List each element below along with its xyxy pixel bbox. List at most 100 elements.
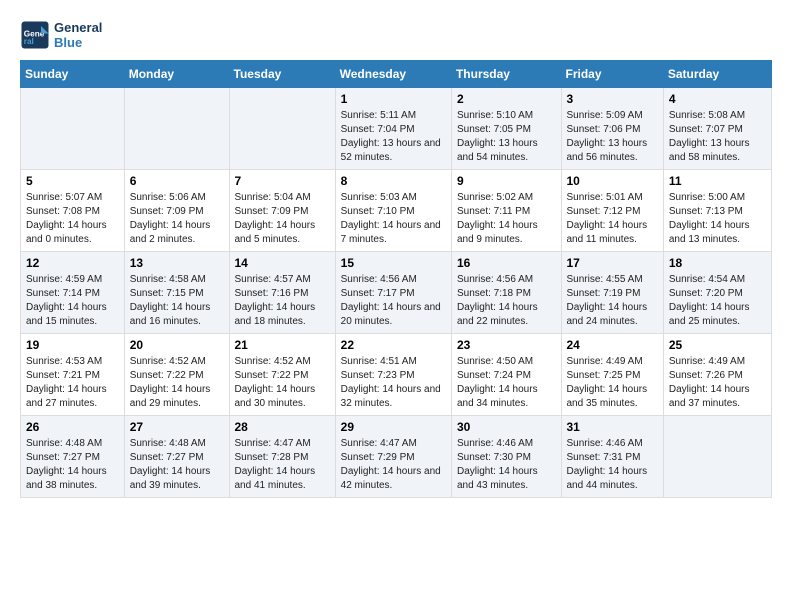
cell-content: Sunrise: 5:08 AM Sunset: 7:07 PM Dayligh…: [669, 109, 766, 165]
calendar-cell: 30Sunrise: 4:46 AM Sunset: 7:30 PM Dayli…: [451, 416, 561, 498]
calendar-cell: 10 Sunrise: 5:01 AM Sunset: 7:12 PM Dayli…: [561, 170, 663, 252]
page-header: Gene ral General Blue: [20, 20, 772, 50]
calendar-cell: 5Sunrise: 5:07 AM Sunset: 7:08 PM Daylig…: [21, 170, 125, 252]
calendar-table: SundayMondayTuesdayWednesdayThursdayFrid…: [20, 60, 772, 498]
week-row-4: 26 Sunrise: 4:48 AM Sunset: 7:27 PM Dayli…: [21, 416, 772, 498]
cell-content: Sunrise: 4:58 AM Sunset: 7:15 PM Dayligh…: [130, 273, 224, 329]
day-number: 6: [130, 174, 224, 188]
cell-content: Sunrise: 4:59 AM Sunset: 7:14 PM Dayligh…: [26, 273, 119, 329]
header-thursday: Thursday: [451, 61, 561, 88]
cell-content: Sunrise: 4:55 AM Sunset: 7:19 PM Dayligh…: [567, 273, 658, 329]
header-tuesday: Tuesday: [229, 61, 335, 88]
calendar-cell: 19 Sunrise: 4:53 AM Sunset: 7:21 PM Dayli…: [21, 334, 125, 416]
calendar-cell: 31 Sunrise: 4:46 AM Sunset: 7:31 PM Dayli…: [561, 416, 663, 498]
cell-content: Sunrise: 5:01 AM Sunset: 7:12 PM Dayligh…: [567, 191, 658, 247]
days-header-row: SundayMondayTuesdayWednesdayThursdayFrid…: [21, 61, 772, 88]
day-number: 1: [341, 92, 446, 106]
calendar-cell: 18 Sunrise: 4:54 AM Sunset: 7:20 PM Dayli…: [663, 252, 771, 334]
day-number: 14: [235, 256, 330, 270]
week-row-1: 5Sunrise: 5:07 AM Sunset: 7:08 PM Daylig…: [21, 170, 772, 252]
logo: Gene ral General Blue: [20, 20, 102, 50]
cell-content: Sunrise: 4:48 AM Sunset: 7:27 PM Dayligh…: [130, 437, 224, 493]
calendar-cell: 20Sunrise: 4:52 AM Sunset: 7:22 PM Dayli…: [124, 334, 229, 416]
cell-content: Sunrise: 4:56 AM Sunset: 7:17 PM Dayligh…: [341, 273, 446, 329]
cell-content: Sunrise: 5:02 AM Sunset: 7:11 PM Dayligh…: [457, 191, 556, 247]
calendar-cell: 11 Sunrise: 5:00 AM Sunset: 7:13 PM Dayli…: [663, 170, 771, 252]
calendar-cell: [124, 88, 229, 170]
calendar-cell: 17 Sunrise: 4:55 AM Sunset: 7:19 PM Dayli…: [561, 252, 663, 334]
day-number: 8: [341, 174, 446, 188]
calendar-cell: [663, 416, 771, 498]
day-number: 5: [26, 174, 119, 188]
calendar-cell: 24Sunrise: 4:49 AM Sunset: 7:25 PM Dayli…: [561, 334, 663, 416]
calendar-cell: 26 Sunrise: 4:48 AM Sunset: 7:27 PM Dayli…: [21, 416, 125, 498]
day-number: 16: [457, 256, 556, 270]
header-sunday: Sunday: [21, 61, 125, 88]
calendar-cell: 8 Sunrise: 5:03 AM Sunset: 7:10 PM Daylig…: [335, 170, 451, 252]
cell-content: Sunrise: 4:47 AM Sunset: 7:29 PM Dayligh…: [341, 437, 446, 493]
calendar-cell: 7 Sunrise: 5:04 AM Sunset: 7:09 PM Daylig…: [229, 170, 335, 252]
calendar-cell: 23 Sunrise: 4:50 AM Sunset: 7:24 PM Dayli…: [451, 334, 561, 416]
cell-content: Sunrise: 5:06 AM Sunset: 7:09 PM Dayligh…: [130, 191, 224, 247]
day-number: 15: [341, 256, 446, 270]
day-number: 3: [567, 92, 658, 106]
calendar-cell: 1 Sunrise: 5:11 AM Sunset: 7:04 PM Daylig…: [335, 88, 451, 170]
calendar-cell: 16Sunrise: 4:56 AM Sunset: 7:18 PM Dayli…: [451, 252, 561, 334]
cell-content: Sunrise: 4:46 AM Sunset: 7:31 PM Dayligh…: [567, 437, 658, 493]
day-number: 20: [130, 338, 224, 352]
day-number: 29: [341, 420, 446, 434]
logo-icon: Gene ral: [20, 20, 50, 50]
week-row-0: 1 Sunrise: 5:11 AM Sunset: 7:04 PM Daylig…: [21, 88, 772, 170]
week-row-2: 12 Sunrise: 4:59 AM Sunset: 7:14 PM Dayli…: [21, 252, 772, 334]
cell-content: Sunrise: 5:00 AM Sunset: 7:13 PM Dayligh…: [669, 191, 766, 247]
cell-content: Sunrise: 5:04 AM Sunset: 7:09 PM Dayligh…: [235, 191, 330, 247]
day-number: 18: [669, 256, 766, 270]
day-number: 7: [235, 174, 330, 188]
cell-content: Sunrise: 4:57 AM Sunset: 7:16 PM Dayligh…: [235, 273, 330, 329]
calendar-cell: 14 Sunrise: 4:57 AM Sunset: 7:16 PM Dayli…: [229, 252, 335, 334]
cell-content: Sunrise: 4:51 AM Sunset: 7:23 PM Dayligh…: [341, 355, 446, 411]
day-number: 19: [26, 338, 119, 352]
cell-content: Sunrise: 4:48 AM Sunset: 7:27 PM Dayligh…: [26, 437, 119, 493]
day-number: 2: [457, 92, 556, 106]
day-number: 26: [26, 420, 119, 434]
calendar-cell: 9 Sunrise: 5:02 AM Sunset: 7:11 PM Daylig…: [451, 170, 561, 252]
cell-content: Sunrise: 5:11 AM Sunset: 7:04 PM Dayligh…: [341, 109, 446, 165]
cell-content: Sunrise: 4:52 AM Sunset: 7:22 PM Dayligh…: [235, 355, 330, 411]
day-number: 25: [669, 338, 766, 352]
cell-content: Sunrise: 5:10 AM Sunset: 7:05 PM Dayligh…: [457, 109, 556, 165]
day-number: 21: [235, 338, 330, 352]
calendar-cell: 13 Sunrise: 4:58 AM Sunset: 7:15 PM Dayli…: [124, 252, 229, 334]
calendar-cell: 3Sunrise: 5:09 AM Sunset: 7:06 PM Daylig…: [561, 88, 663, 170]
day-number: 31: [567, 420, 658, 434]
header-wednesday: Wednesday: [335, 61, 451, 88]
calendar-cell: [229, 88, 335, 170]
day-number: 4: [669, 92, 766, 106]
calendar-cell: 25 Sunrise: 4:49 AM Sunset: 7:26 PM Dayli…: [663, 334, 771, 416]
day-number: 11: [669, 174, 766, 188]
cell-content: Sunrise: 4:49 AM Sunset: 7:26 PM Dayligh…: [669, 355, 766, 411]
cell-content: Sunrise: 4:50 AM Sunset: 7:24 PM Dayligh…: [457, 355, 556, 411]
svg-text:ral: ral: [24, 37, 34, 46]
header-friday: Friday: [561, 61, 663, 88]
day-number: 10: [567, 174, 658, 188]
week-row-3: 19 Sunrise: 4:53 AM Sunset: 7:21 PM Dayli…: [21, 334, 772, 416]
calendar-cell: 15 Sunrise: 4:56 AM Sunset: 7:17 PM Dayli…: [335, 252, 451, 334]
day-number: 9: [457, 174, 556, 188]
calendar-cell: 6 Sunrise: 5:06 AM Sunset: 7:09 PM Daylig…: [124, 170, 229, 252]
cell-content: Sunrise: 4:47 AM Sunset: 7:28 PM Dayligh…: [235, 437, 330, 493]
day-number: 17: [567, 256, 658, 270]
calendar-cell: 12 Sunrise: 4:59 AM Sunset: 7:14 PM Dayli…: [21, 252, 125, 334]
day-number: 23: [457, 338, 556, 352]
cell-content: Sunrise: 4:53 AM Sunset: 7:21 PM Dayligh…: [26, 355, 119, 411]
cell-content: Sunrise: 4:54 AM Sunset: 7:20 PM Dayligh…: [669, 273, 766, 329]
calendar-cell: 29 Sunrise: 4:47 AM Sunset: 7:29 PM Dayli…: [335, 416, 451, 498]
day-number: 30: [457, 420, 556, 434]
calendar-cell: 2 Sunrise: 5:10 AM Sunset: 7:05 PM Daylig…: [451, 88, 561, 170]
day-number: 12: [26, 256, 119, 270]
cell-content: Sunrise: 4:49 AM Sunset: 7:25 PM Dayligh…: [567, 355, 658, 411]
day-number: 13: [130, 256, 224, 270]
header-monday: Monday: [124, 61, 229, 88]
calendar-cell: 28Sunrise: 4:47 AM Sunset: 7:28 PM Dayli…: [229, 416, 335, 498]
cell-content: Sunrise: 5:03 AM Sunset: 7:10 PM Dayligh…: [341, 191, 446, 247]
